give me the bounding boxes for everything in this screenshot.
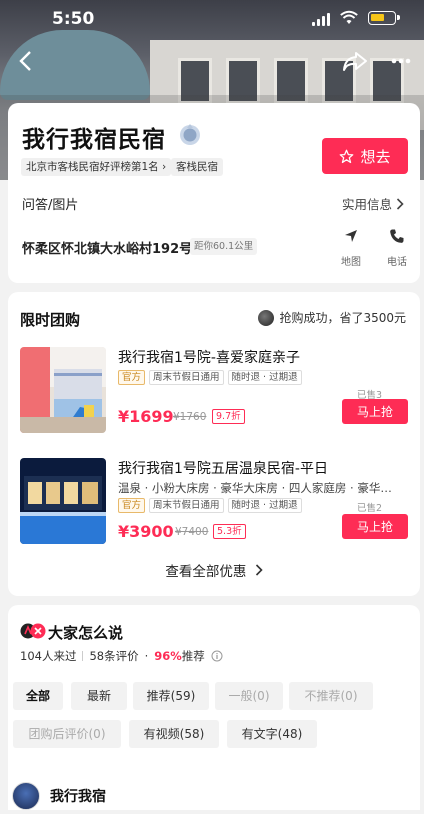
chip-latest[interactable]: 最新	[71, 682, 127, 710]
info-card: 我行我宿民宿 北京市客栈民宿好评榜第1名 › 客栈民宿 想去 问答/图片 实用信…	[8, 103, 420, 283]
wifi-icon	[340, 10, 358, 24]
deal-sold: 已售2	[356, 503, 382, 514]
info-icon[interactable]	[211, 650, 223, 662]
deal-tags: 官方 周末节假日通用 随时退 · 过期退	[118, 498, 302, 513]
deal-price: ¥3900	[118, 522, 174, 541]
want-button[interactable]: 想去	[322, 138, 408, 174]
official-tag: 官方	[118, 498, 146, 513]
deal-original-price: ¥1760	[173, 411, 207, 423]
avatar	[12, 782, 40, 810]
deal-rooms: 温泉 · 小粉大床房 · 豪华大床房 · 四人家庭房 · 豪华…	[118, 481, 392, 495]
buy-button[interactable]: 马上抢	[342, 399, 408, 424]
review-author[interactable]: 我行我宿	[12, 782, 106, 810]
signal-icon	[312, 12, 330, 26]
star-icon	[340, 149, 354, 163]
refund-tag: 随时退 · 过期退	[227, 498, 302, 513]
deal-name: 我行我宿1号院五居温泉民宿-平日	[118, 461, 328, 477]
rank-badge[interactable]: 北京市客栈民宿好评榜第1名 ›	[21, 158, 172, 176]
deal-price: ¥1699	[118, 407, 174, 426]
chevron-right-icon	[396, 197, 404, 210]
chip-text[interactable]: 有文字(48)	[227, 720, 317, 748]
chevron-left-icon	[19, 51, 31, 71]
chip-average[interactable]: 一般(0)	[215, 682, 283, 710]
reviews-title: 大家怎么说	[48, 624, 124, 642]
deal-name: 我行我宿1号院-喜爱家庭亲子	[118, 350, 300, 366]
review-logo-icon	[20, 623, 46, 639]
distance-badge: 距你60.1公里	[190, 238, 258, 255]
address-text[interactable]: 怀柔区怀北镇大水峪村192号	[22, 238, 192, 257]
review-stats: 104人来过 58条评价 · 96%推荐	[20, 648, 223, 664]
more-dots-icon	[391, 58, 411, 64]
official-tag: 官方	[118, 370, 146, 385]
type-badge: 客栈民宿	[171, 158, 223, 176]
battery-icon	[368, 11, 400, 25]
deal-thumbnail	[20, 458, 106, 544]
view-all-deals-link[interactable]: 查看全部优惠	[8, 560, 420, 580]
back-button[interactable]	[10, 46, 40, 76]
medal-icon	[180, 124, 200, 145]
chip-not-recommend[interactable]: 不推荐(0)	[289, 682, 373, 710]
map-button[interactable]: 地图	[336, 228, 366, 268]
share-icon	[343, 52, 367, 71]
qa-photo-link[interactable]: 问答/图片	[22, 194, 78, 213]
buy-button[interactable]: 马上抢	[342, 514, 408, 539]
usage-tag: 周末节假日通用	[149, 370, 224, 385]
group-deals-card: 限时团购 抢购成功，省了3500元 我行我宿1号院-喜爱家庭亲子 官方 周末节假…	[8, 292, 420, 596]
deal-tags: 官方 周末节假日通用 随时退 · 过期退	[118, 370, 302, 385]
deal-original-price: ¥7400	[175, 526, 209, 538]
avatar	[258, 309, 275, 326]
deal-thumbnail	[20, 347, 106, 433]
info-link[interactable]: 实用信息	[342, 194, 404, 213]
more-button[interactable]	[386, 46, 416, 76]
status-time: 5:50	[52, 9, 95, 29]
chip-recommend[interactable]: 推荐(59)	[133, 682, 209, 710]
chip-all[interactable]: 全部	[13, 682, 63, 710]
refund-tag: 随时退 · 过期退	[227, 370, 302, 385]
deal-discount: 9.7折	[212, 409, 245, 424]
reviews-card: 大家怎么说 104人来过 58条评价 · 96%推荐 全部 最新 推荐(59) …	[8, 605, 420, 810]
navigation-icon	[345, 230, 357, 242]
share-button[interactable]	[340, 46, 370, 76]
phone-button[interactable]: 电话	[382, 228, 412, 268]
chevron-right-icon	[255, 564, 263, 576]
deals-title: 限时团购	[20, 311, 81, 329]
deal-item[interactable]: 我行我宿1号院-喜爱家庭亲子 官方 周末节假日通用 随时退 · 过期退 ¥169…	[20, 347, 408, 435]
want-label: 想去	[360, 147, 391, 166]
deal-item[interactable]: 我行我宿1号院五居温泉民宿-平日 温泉 · 小粉大床房 · 豪华大床房 · 四人…	[20, 458, 408, 546]
status-bar: 5:50	[0, 0, 424, 38]
chip-video[interactable]: 有视频(58)	[129, 720, 219, 748]
chip-after-purchase[interactable]: 团购后评价(0)	[13, 720, 121, 748]
grab-notice: 抢购成功，省了3500元	[258, 309, 406, 326]
usage-tag: 周末节假日通用	[149, 498, 224, 513]
page-title: 我行我宿民宿	[22, 127, 166, 153]
deal-discount: 5.3折	[213, 524, 246, 539]
phone-icon	[390, 229, 404, 243]
